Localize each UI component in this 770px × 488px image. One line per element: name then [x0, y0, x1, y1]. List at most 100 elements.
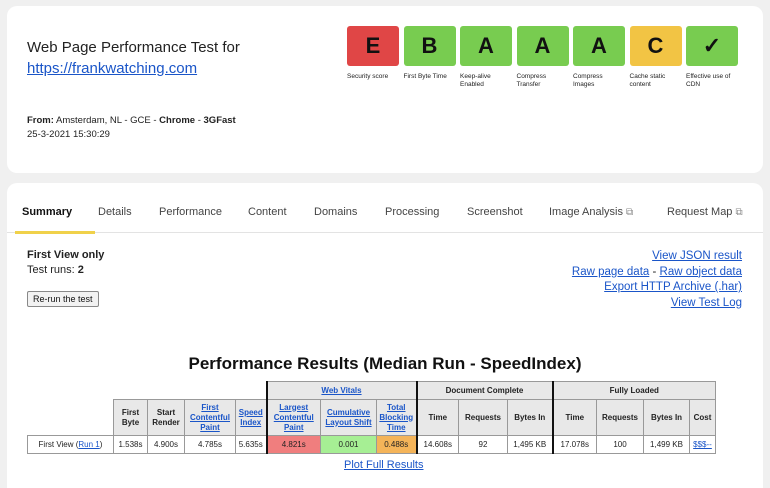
grade-compress-images-box[interactable]: A	[573, 26, 625, 66]
web-vitals-group[interactable]: Web Vitals	[265, 381, 417, 400]
value-cls: 0.001	[320, 435, 377, 454]
tab-image-analysis-label: Image Analysis	[549, 206, 623, 218]
row-label-text: First View (	[38, 440, 79, 449]
grade-keep-alive-box[interactable]: A	[460, 26, 512, 66]
value-start-render: 4.900s	[147, 435, 185, 454]
table-row: First View (Run 1) 1.538s 4.900s 4.785s …	[27, 435, 716, 454]
connection-type: 3GFast	[203, 115, 236, 126]
blank-cell	[28, 382, 267, 400]
grade-security-box[interactable]: E	[347, 26, 399, 66]
col-fl-bytes: Bytes In	[643, 399, 690, 436]
col-dc-bytes: Bytes In	[507, 399, 553, 436]
tab-request-map[interactable]: Request Map ⧉	[667, 206, 743, 218]
browser-name: Chrome	[159, 115, 196, 126]
links-separator: -	[649, 265, 660, 278]
grade-compress-transfer[interactable]: A Compress Transfer	[516, 26, 569, 89]
document-complete-group: Document Complete	[415, 381, 553, 400]
fcp-link[interactable]: First Contentful Paint	[190, 403, 230, 432]
col-tbt[interactable]: Total Blocking Time	[376, 399, 417, 436]
plot-full-results-link[interactable]: Plot Full Results	[344, 459, 423, 471]
grade-security-label: Security score	[347, 73, 389, 80]
grade-cache-static-label: Cache static content	[629, 73, 666, 88]
col-speed-index[interactable]: Speed Index	[235, 399, 267, 436]
col-lcp[interactable]: Largest Contentful Paint	[265, 399, 321, 436]
tab-image-analysis[interactable]: Image Analysis ⧉	[549, 206, 633, 218]
tab-screenshot[interactable]: Screenshot	[467, 206, 523, 218]
tab-processing[interactable]: Processing	[385, 206, 439, 218]
tested-url-link[interactable]: https://frankwatching.com	[27, 60, 197, 77]
test-timestamp: 25-3-2021 15:30:29	[27, 129, 110, 140]
grade-compress-transfer-label: Compress Transfer	[516, 73, 547, 88]
tab-request-map-label: Request Map	[667, 206, 733, 218]
raw-object-data-link[interactable]: Raw object data	[660, 266, 742, 278]
view-json-link[interactable]: View JSON result	[652, 250, 742, 262]
col-fl-time: Time	[551, 399, 597, 436]
col-cls[interactable]: Cumulative Layout Shift	[320, 399, 377, 436]
grade-list: E Security score B First Byte Time A Kee…	[347, 26, 743, 89]
raw-page-data-link[interactable]: Raw page data	[572, 266, 649, 278]
from-location: Amsterdam, NL - GCE -	[56, 115, 160, 126]
row-label: First View (Run 1)	[27, 435, 114, 454]
grade-security[interactable]: E Security score	[347, 26, 399, 89]
view-test-log-link[interactable]: View Test Log	[671, 297, 742, 309]
col-dc-time: Time	[415, 399, 459, 436]
value-fl-requests: 100	[596, 435, 644, 454]
page-title-text: Web Page Performance Test for	[27, 39, 240, 56]
value-dc-time: 14.608s	[415, 435, 459, 454]
results-card: Summary Details Performance Content Doma…	[7, 183, 763, 488]
run-1-link[interactable]: Run 1	[78, 440, 99, 449]
grade-compress-images[interactable]: A Compress Images	[573, 26, 625, 89]
active-tab-indicator	[15, 231, 95, 234]
grade-keep-alive-label: Keep-alive Enabled	[460, 73, 491, 88]
table-header-row: First Byte Start Render First Contentful…	[28, 399, 716, 436]
test-location-info: From: Amsterdam, NL - GCE - Chrome - 3GF…	[27, 114, 236, 142]
test-runs-label: Test runs:	[27, 264, 78, 276]
value-cost[interactable]: $$$--	[689, 435, 716, 454]
test-runs-value: 2	[77, 264, 84, 276]
grade-cdn[interactable]: ✓ Effective use of CDN	[686, 26, 738, 89]
row-label-end: )	[99, 440, 103, 449]
from-separator: -	[195, 115, 204, 126]
grade-cache-static[interactable]: C Cache static content	[629, 26, 682, 89]
value-fcp: 4.785s	[184, 435, 236, 454]
lcp-link[interactable]: Largest Contentful Paint	[274, 403, 314, 432]
from-label: From:	[27, 115, 54, 126]
export-har-link[interactable]: Export HTTP Archive (.har)	[604, 281, 742, 293]
cls-link[interactable]: Cumulative Layout Shift	[325, 408, 371, 427]
col-fl-requests: Requests	[596, 399, 644, 436]
tab-content[interactable]: Content	[248, 206, 287, 218]
grade-first-byte-box[interactable]: B	[403, 26, 456, 66]
col-cost: Cost	[689, 399, 716, 436]
col-dc-requests: Requests	[458, 399, 508, 436]
grade-first-byte-label: First Byte Time	[403, 73, 447, 80]
web-vitals-link[interactable]: Web Vitals	[321, 386, 361, 395]
grade-cache-static-box[interactable]: C	[629, 26, 682, 66]
results-title: Performance Results (Median Run - SpeedI…	[188, 354, 582, 373]
table-group-row: Web Vitals Document Complete Fully Loade…	[28, 381, 716, 400]
grade-compress-transfer-box[interactable]: A	[516, 26, 569, 66]
grade-first-byte[interactable]: B First Byte Time	[403, 26, 456, 89]
fully-loaded-group: Fully Loaded	[551, 381, 716, 400]
cost-link[interactable]: $$$--	[693, 440, 712, 449]
page-title: Web Page Performance Test for https://fr…	[27, 37, 240, 79]
tab-performance[interactable]: Performance	[159, 206, 222, 218]
value-first-byte: 1.538s	[113, 435, 148, 454]
grade-cdn-box[interactable]: ✓	[686, 26, 738, 66]
grade-keep-alive[interactable]: A Keep-alive Enabled	[460, 26, 512, 89]
value-tbt: 0.488s	[376, 435, 417, 454]
result-links: View JSON result Raw page data - Raw obj…	[572, 249, 742, 311]
col-first-byte: First Byte	[113, 399, 148, 436]
tab-details[interactable]: Details	[98, 206, 132, 218]
test-runs: Test runs: 2	[27, 264, 84, 276]
tab-domains[interactable]: Domains	[314, 206, 357, 218]
external-link-icon: ⧉	[735, 207, 743, 218]
speed-index-link[interactable]: Speed Index	[239, 408, 263, 427]
results-table: Web Vitals Document Complete Fully Loade…	[27, 381, 716, 454]
col-fcp[interactable]: First Contentful Paint	[184, 399, 236, 436]
value-dc-bytes: 1,495 KB	[507, 435, 553, 454]
blank-cell	[28, 400, 114, 436]
external-link-icon: ⧉	[625, 207, 634, 218]
tbt-link[interactable]: Total Blocking Time	[379, 403, 413, 432]
tab-summary[interactable]: Summary	[22, 206, 72, 218]
rerun-test-button[interactable]: Re-run the test	[27, 291, 99, 307]
